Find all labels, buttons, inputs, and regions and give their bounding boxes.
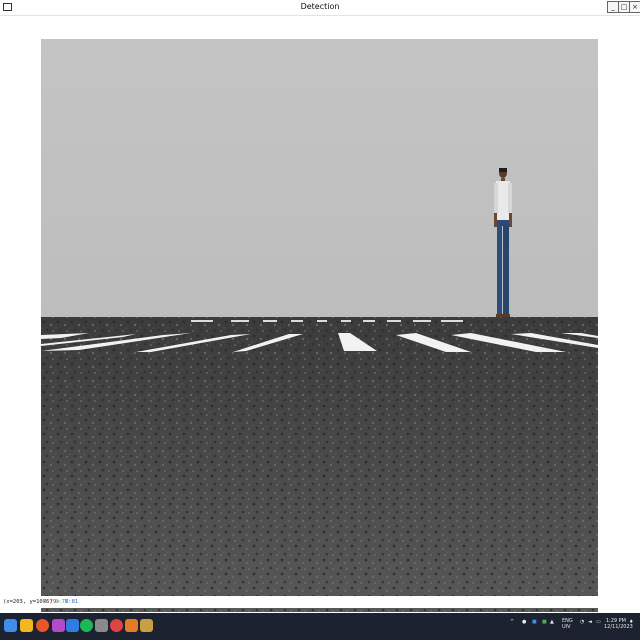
- tray-app-icon[interactable]: ●: [522, 619, 526, 625]
- blue-value: B:81: [65, 599, 79, 605]
- tray-app-icon-2[interactable]: ■: [532, 619, 537, 625]
- clock-app-icon[interactable]: [110, 619, 123, 632]
- title-bar: Detection _ □ ×: [0, 0, 640, 16]
- wifi-icon[interactable]: ◔: [580, 619, 584, 625]
- chevron-up-icon[interactable]: ^: [510, 619, 514, 625]
- window-title: Detection: [300, 2, 340, 11]
- language-indicator[interactable]: ENG UIV: [562, 618, 573, 630]
- checkmark-app-icon[interactable]: [66, 619, 79, 632]
- windows-start-icon[interactable]: [4, 619, 17, 632]
- tray-app-icon-4[interactable]: ▲: [550, 619, 554, 625]
- firefox-icon[interactable]: [36, 619, 49, 632]
- matlab-icon[interactable]: [125, 619, 138, 632]
- close-button[interactable]: ×: [629, 1, 640, 13]
- editor-icon[interactable]: [95, 619, 108, 632]
- status-bar: (x=203, y=1076) ~ R:79 G:77 B:81: [0, 596, 640, 608]
- image-canvas[interactable]: [0, 16, 640, 612]
- notification-icon[interactable]: ♦: [629, 619, 633, 625]
- taskbar: ^ ● ■ ■ ▲ ENG UIV ◔ ◄ ▭ 1:29 PM 12/11/20…: [0, 613, 640, 640]
- colorful-app-icon[interactable]: [52, 619, 65, 632]
- tray-app-icon-3[interactable]: ■: [542, 619, 547, 625]
- volume-icon[interactable]: ◄: [588, 619, 592, 625]
- clock[interactable]: 1:29 PM 12/11/2023: [604, 618, 633, 630]
- spotify-icon[interactable]: [80, 619, 93, 632]
- rendered-scene-image: [41, 39, 598, 612]
- distant-stripes: [191, 320, 463, 322]
- settings-app-icon[interactable]: [140, 619, 153, 632]
- file-explorer-icon[interactable]: [20, 619, 33, 632]
- battery-icon[interactable]: ▭: [596, 619, 601, 625]
